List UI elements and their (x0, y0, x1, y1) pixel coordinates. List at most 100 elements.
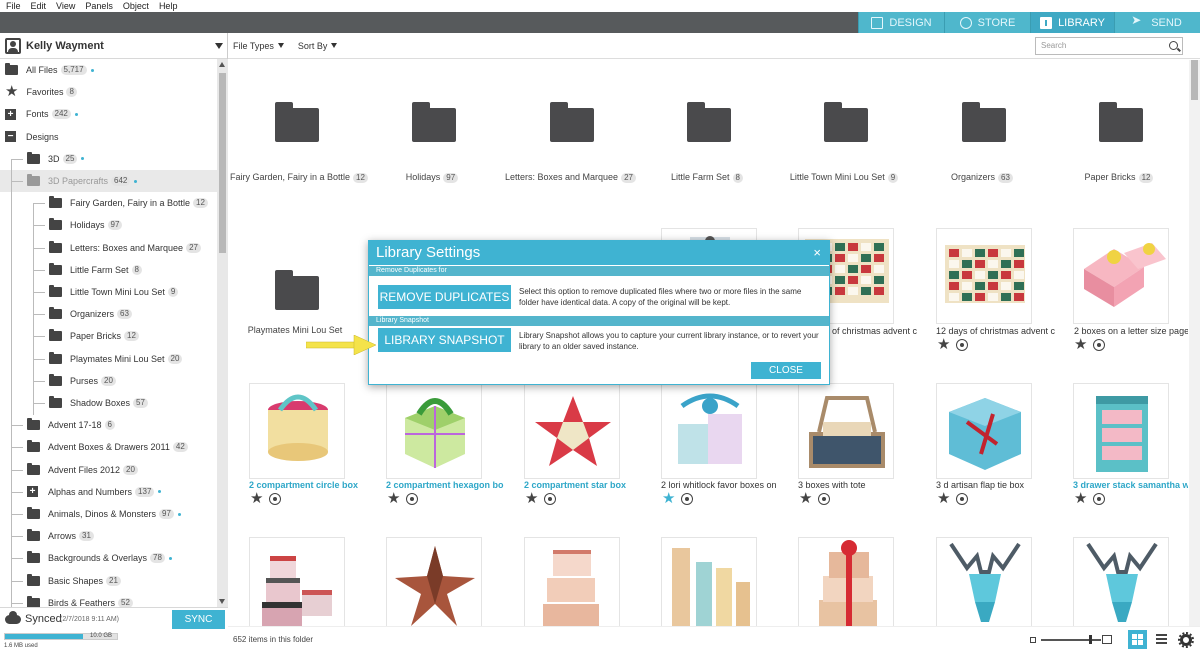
grid-view-button[interactable] (1128, 630, 1147, 649)
sidebar-item[interactable]: + Fonts 242 (0, 103, 217, 125)
sync-icon[interactable] (956, 493, 969, 505)
favorite-star-icon[interactable]: ★ (1074, 491, 1087, 506)
item-thumbnail[interactable] (1073, 228, 1169, 324)
folder-icon[interactable] (824, 102, 868, 142)
sync-icon[interactable] (1093, 493, 1106, 505)
sync-icon[interactable] (269, 493, 282, 505)
zoom-slider[interactable] (1041, 639, 1101, 641)
sidebar-item[interactable]: − Designs (0, 126, 217, 148)
sync-icon[interactable] (1093, 339, 1106, 351)
grid-scrollbar[interactable] (1189, 60, 1200, 626)
close-icon[interactable]: × (813, 241, 821, 265)
search-icon[interactable] (1169, 41, 1178, 50)
favorite-star-icon[interactable]: ★ (1074, 337, 1087, 352)
favorite-star-icon[interactable]: ★ (937, 337, 950, 352)
settings-button[interactable] (1176, 630, 1195, 649)
menu-help[interactable]: Help (159, 0, 178, 12)
tab-store[interactable]: STORE (944, 12, 1030, 33)
sidebar-item[interactable]: Advent Files 2012 20 (0, 459, 217, 481)
sync-icon[interactable] (818, 493, 831, 505)
sidebar-item[interactable]: Advent 17-18 6 (0, 414, 217, 436)
sidebar-item[interactable]: Arrows 31 (0, 525, 217, 547)
sidebar-item[interactable]: Advent Boxes & Drawers 2011 42 (0, 436, 217, 458)
item-thumbnail[interactable] (249, 537, 345, 626)
item-label[interactable]: 3 boxes with tote (798, 480, 920, 490)
sidebar-item[interactable]: 3D Papercrafts 642 (0, 170, 217, 192)
file-types-dropdown[interactable]: File Types (233, 41, 284, 51)
item-label[interactable]: 3 drawer stack samantha w (1073, 480, 1188, 490)
item-thumbnail[interactable] (249, 383, 345, 479)
favorite-star-icon[interactable]: ★ (937, 491, 950, 506)
item-thumbnail[interactable] (386, 383, 482, 479)
item-thumbnail[interactable] (936, 383, 1032, 479)
tab-design[interactable]: DESIGN (858, 12, 944, 33)
folder-icon[interactable] (687, 102, 731, 142)
item-label[interactable]: 2 compartment circle box (249, 480, 371, 490)
folder-icon[interactable] (275, 270, 319, 310)
item-thumbnail[interactable] (386, 537, 482, 626)
menu-view[interactable]: View (56, 0, 75, 12)
chevron-down-icon[interactable] (215, 42, 223, 49)
item-label[interactable]: 3 d artisan flap tie box (936, 480, 1058, 490)
tab-library[interactable]: LIBRARY (1030, 12, 1114, 33)
menu-file[interactable]: File (6, 0, 21, 12)
item-label[interactable]: 2 compartment star box (524, 480, 646, 490)
tab-send[interactable]: SEND (1114, 12, 1200, 33)
sidebar-item[interactable]: Birds & Feathers 52 (0, 592, 217, 607)
scroll-down-icon[interactable] (219, 599, 225, 604)
item-thumbnail[interactable] (798, 383, 894, 479)
sidebar-item[interactable]: ★ Favorites 8 (0, 81, 217, 103)
folder-label[interactable]: Little Farm Set 8 (642, 172, 772, 183)
folder-label[interactable]: Paper Bricks 12 (1054, 172, 1184, 183)
sidebar-item[interactable]: 3D 25 (0, 148, 217, 170)
item-label[interactable]: 2 boxes on a letter size page (1074, 326, 1188, 336)
item-thumbnail[interactable] (524, 383, 620, 479)
user-bar[interactable]: Kelly Wayment (0, 33, 227, 59)
sync-icon[interactable] (544, 493, 557, 505)
sync-button[interactable]: SYNC (172, 610, 225, 629)
sidebar-item[interactable]: Animals, Dinos & Monsters 97 (0, 503, 217, 525)
sync-icon[interactable] (406, 493, 419, 505)
folder-label[interactable]: Fairy Garden, Fairy in a Bottle 12 (230, 172, 368, 183)
folder-label[interactable]: Holidays 97 (367, 172, 497, 183)
menu-edit[interactable]: Edit (31, 0, 47, 12)
remove-duplicates-button[interactable]: REMOVE DUPLICATES (378, 285, 511, 309)
close-button[interactable]: CLOSE (751, 362, 821, 379)
sidebar-scrollbar[interactable] (217, 59, 228, 607)
item-thumbnail[interactable] (661, 537, 757, 626)
item-label[interactable]: 2 compartment hexagon bo (386, 480, 508, 490)
item-thumbnail[interactable] (936, 228, 1032, 324)
menu-panels[interactable]: Panels (85, 0, 113, 12)
sidebar-item[interactable]: Basic Shapes 21 (0, 570, 217, 592)
favorite-star-icon[interactable]: ★ (525, 491, 538, 506)
menu-object[interactable]: Object (123, 0, 149, 12)
list-view-button[interactable] (1152, 630, 1171, 649)
sync-icon[interactable] (681, 493, 694, 505)
scroll-up-icon[interactable] (219, 62, 225, 67)
item-thumbnail[interactable] (1073, 383, 1169, 479)
scroll-thumb[interactable] (1191, 60, 1198, 100)
library-snapshot-button[interactable]: LIBRARY SNAPSHOT (378, 328, 511, 352)
expand-icon[interactable]: + (5, 108, 16, 120)
folder-label[interactable]: Letters: Boxes and Marquee 27 (505, 172, 636, 183)
sidebar-item[interactable]: All Files 5,717 (0, 59, 217, 81)
item-label[interactable]: 2 lori whitlock favor boxes on (661, 480, 783, 490)
favorite-star-icon[interactable]: ★ (387, 491, 400, 506)
folder-label[interactable]: Little Town Mini Lou Set 9 (779, 172, 909, 183)
search-input[interactable]: Search (1035, 37, 1183, 55)
folder-icon[interactable] (1099, 102, 1143, 142)
folder-icon[interactable] (275, 102, 319, 142)
folder-icon[interactable] (550, 102, 594, 142)
favorite-star-icon[interactable]: ★ (662, 491, 675, 506)
sync-icon[interactable] (956, 339, 969, 351)
item-thumbnail[interactable] (798, 537, 894, 626)
folder-label[interactable]: Playmates Mini Lou Set (230, 325, 360, 335)
sidebar-item[interactable]: + Alphas and Numbers 137 (0, 481, 217, 503)
folder-label[interactable]: Organizers 63 (917, 172, 1047, 183)
scroll-thumb[interactable] (219, 73, 226, 253)
favorite-star-icon[interactable]: ★ (799, 491, 812, 506)
item-thumbnail[interactable] (1073, 537, 1169, 626)
zoom-slider-handle[interactable] (1089, 635, 1092, 644)
item-thumbnail[interactable] (936, 537, 1032, 626)
zoom-large-icon[interactable] (1102, 635, 1112, 644)
